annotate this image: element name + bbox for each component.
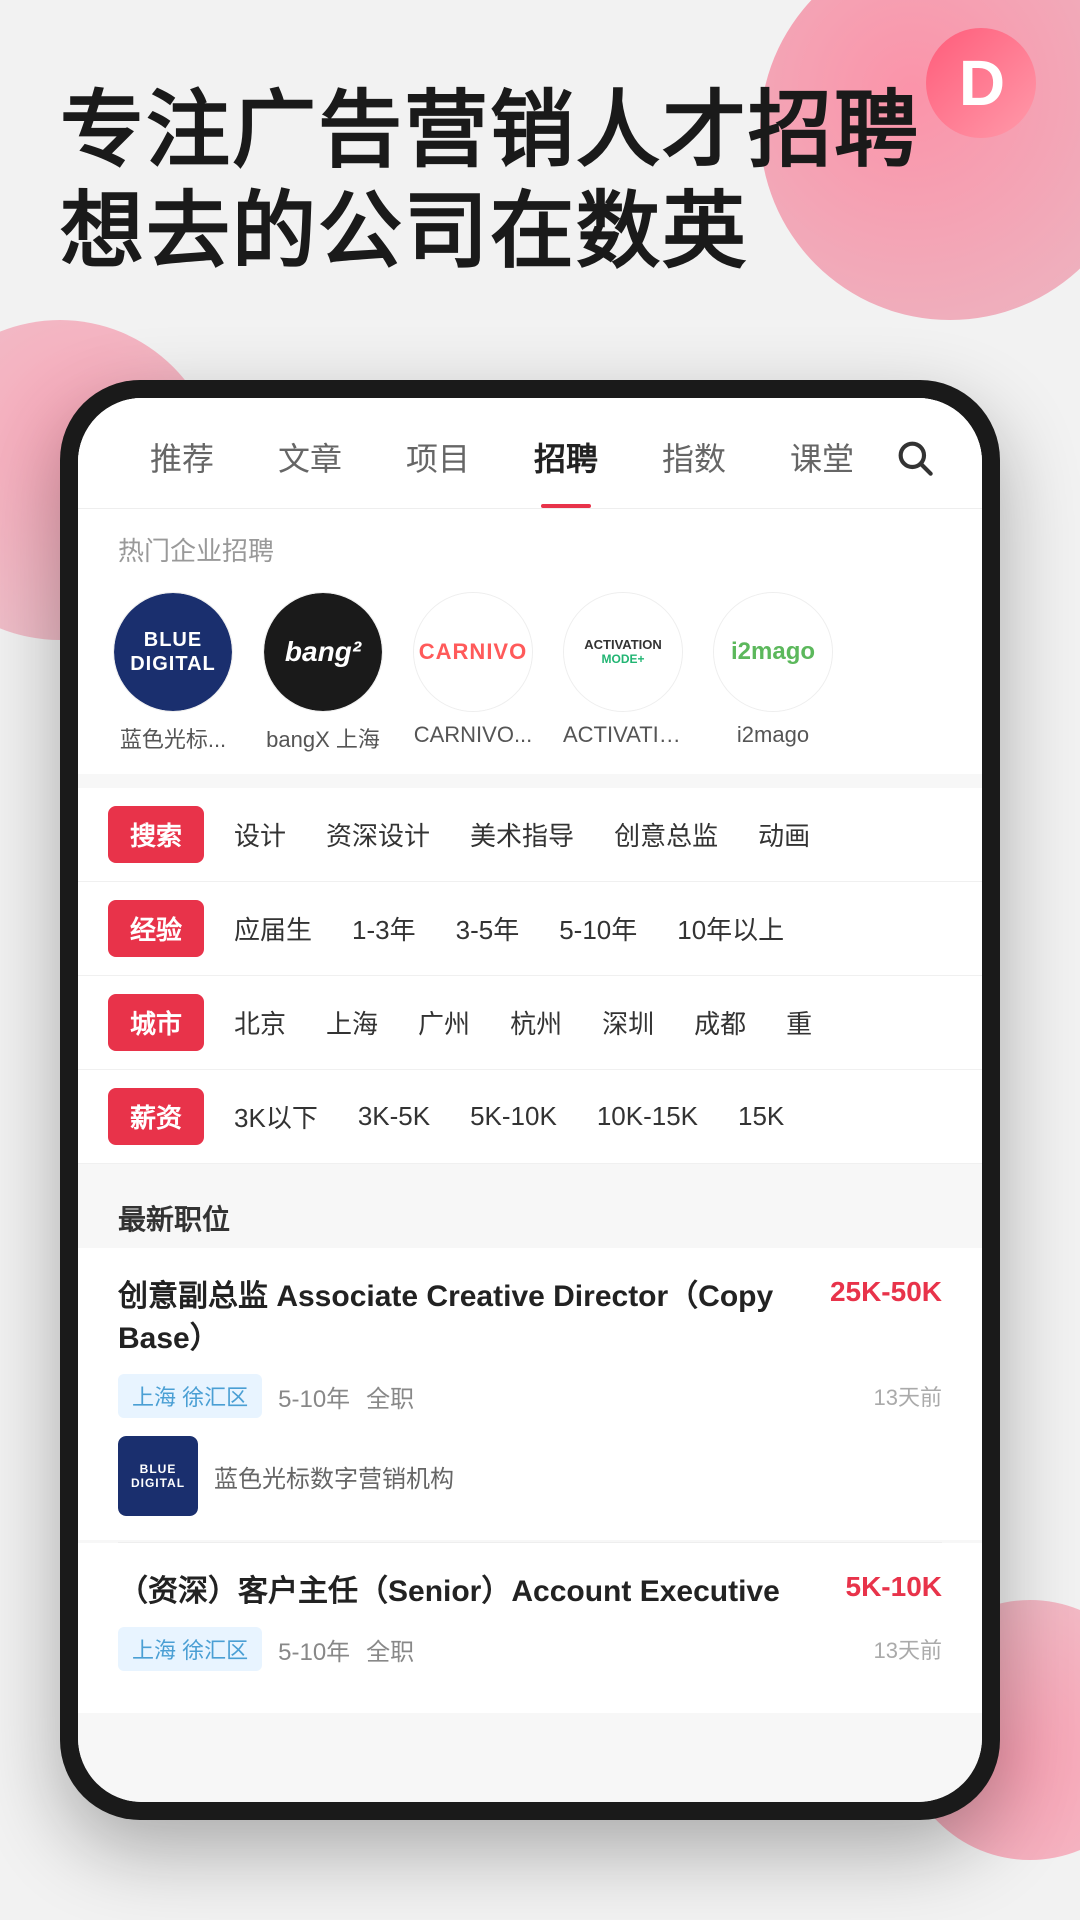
filter-tag-city: 城市 [108,994,204,1051]
phone-outer: 推荐 文章 项目 招聘 指数 课堂 [60,380,1000,1820]
job-experience-2: 5-10年 [278,1632,350,1667]
filter-option-chengdu[interactable]: 成都 [684,998,756,1047]
filter-option-art-director[interactable]: 美术指导 [460,810,584,859]
tab-project[interactable]: 项目 [374,426,502,488]
phone-mockup: 推荐 文章 项目 招聘 指数 课堂 [60,380,1040,1860]
phone-screen: 推荐 文章 项目 招聘 指数 课堂 [78,398,982,1802]
job-salary-1: 25K-50K [830,1276,942,1308]
filter-option-15k-plus[interactable]: 15K [728,1095,794,1138]
filter-option-shenzhen[interactable]: 深圳 [592,998,664,1047]
company-item-bluedigital[interactable]: BLUEDIGITAL 蓝色光标... [108,592,238,754]
jobs-section: 最新职位 创意副总监 Associate Creative Director（C… [78,1178,982,1713]
company-logo-carnivo: CARNIVO [413,592,533,712]
filter-option-animation[interactable]: 动画 [748,810,820,859]
search-button[interactable] [886,429,942,485]
filter-option-shanghai[interactable]: 上海 [316,998,388,1047]
company-logo-i2mago: i2mago [713,592,833,712]
company-item-carnivo[interactable]: CARNIVO CARNIVO... [408,592,538,748]
filter-option-10k-15k[interactable]: 10K-15K [587,1095,708,1138]
job-title-row-1: 创意副总监 Associate Creative Director（Copy B… [118,1276,942,1360]
job-company-logo-1: BLUEDIGITAL [118,1436,198,1516]
job-date-1: 13天前 [874,1380,942,1412]
filter-option-10plus[interactable]: 10年以上 [667,904,794,953]
job-title-2: （资深）客户主任（Senior）Account Executive [118,1571,826,1613]
company-logo-bluedigital: BLUEDIGITAL [113,592,233,712]
filter-option-hangzhou[interactable]: 杭州 [500,998,572,1047]
job-salary-2: 5K-10K [846,1571,942,1603]
filter-tag-salary: 薪资 [108,1088,204,1145]
job-card-1[interactable]: 创意副总监 Associate Creative Director（Copy B… [78,1248,982,1540]
job-type-1: 全职 [366,1379,414,1414]
app-logo-badge: D [926,28,1036,138]
filter-row-city: 城市 北京 上海 广州 杭州 深圳 成都 重 [78,976,982,1070]
hero-section: 专注广告营销人才招聘 想去的公司在数英 [60,80,920,282]
filter-option-3k-5k[interactable]: 3K-5K [348,1095,440,1138]
companies-row: BLUEDIGITAL 蓝色光标... bang² bangX 上海 [78,582,982,774]
company-name-activation: ACTIVATIO... [563,722,683,748]
filter-option-fresh[interactable]: 应届生 [224,904,322,953]
filter-row-salary: 薪资 3K以下 3K-5K 5K-10K 10K-15K 15K [78,1070,982,1164]
filter-tag-search: 搜索 [108,806,204,863]
nav-tabs: 推荐 文章 项目 招聘 指数 课堂 [78,398,982,509]
tab-course[interactable]: 课堂 [758,426,886,488]
app-logo-letter: D [959,46,1003,120]
company-logo-activation: ACTIVATION MODE+ [563,592,683,712]
tab-recruit[interactable]: 招聘 [502,426,630,488]
company-item-bangx[interactable]: bang² bangX 上海 [258,592,388,754]
filter-option-5k-10k[interactable]: 5K-10K [460,1095,567,1138]
tab-index[interactable]: 指数 [630,426,758,488]
filter-option-guangzhou[interactable]: 广州 [408,998,480,1047]
filter-option-more-city[interactable]: 重 [776,998,822,1047]
filter-row-experience: 经验 应届生 1-3年 3-5年 5-10年 10年以上 [78,882,982,976]
job-location-2: 上海 徐汇区 [118,1627,262,1671]
job-card-2[interactable]: （资深）客户主任（Senior）Account Executive 5K-10K… [78,1543,982,1713]
screen-content: 推荐 文章 项目 招聘 指数 课堂 [78,398,982,1802]
tab-article[interactable]: 文章 [246,426,374,488]
job-experience-1: 5-10年 [278,1379,350,1414]
filter-option-1-3[interactable]: 1-3年 [342,904,426,953]
filter-option-3k-below[interactable]: 3K以下 [224,1092,328,1141]
job-type-2: 全职 [366,1632,414,1667]
filter-option-3-5[interactable]: 3-5年 [446,904,530,953]
job-title-1: 创意副总监 Associate Creative Director（Copy B… [118,1276,810,1360]
job-date-2: 13天前 [874,1633,942,1665]
section-label-companies: 热门企业招聘 [78,509,982,582]
tab-recommend[interactable]: 推荐 [118,426,246,488]
company-name-bangx: bangX 上海 [266,722,380,754]
filter-row-search: 搜索 设计 资深设计 美术指导 创意总监 动画 [78,788,982,882]
filter-option-5-10[interactable]: 5-10年 [549,904,647,953]
company-name-carnivo: CARNIVO... [414,722,533,748]
job-company-name-1: 蓝色光标数字营销机构 [214,1459,454,1494]
job-meta-row-1: 上海 徐汇区 5-10年 全职 13天前 [118,1374,942,1418]
filter-option-beijing[interactable]: 北京 [224,998,296,1047]
filter-section: 搜索 设计 资深设计 美术指导 创意总监 动画 经验 应届生 [78,788,982,1164]
search-icon [894,437,934,477]
job-meta-row-2: 上海 徐汇区 5-10年 全职 13天前 [118,1627,942,1671]
company-item-activation[interactable]: ACTIVATION MODE+ ACTIVATIO... [558,592,688,748]
company-name-bluedigital: 蓝色光标... [120,722,226,754]
filter-option-senior-design[interactable]: 资深设计 [316,810,440,859]
job-location-1: 上海 徐汇区 [118,1374,262,1418]
hero-title: 专注广告营销人才招聘 想去的公司在数英 [60,80,920,282]
filter-option-design[interactable]: 设计 [224,810,296,859]
job-company-row-1: BLUEDIGITAL 蓝色光标数字营销机构 [118,1436,942,1516]
company-logo-bangx: bang² [263,592,383,712]
jobs-section-label: 最新职位 [78,1178,982,1248]
job-title-row-2: （资深）客户主任（Senior）Account Executive 5K-10K [118,1571,942,1613]
company-item-i2mago[interactable]: i2mago i2mago [708,592,838,748]
filter-tag-experience: 经验 [108,900,204,957]
company-name-i2mago: i2mago [737,722,809,748]
filter-option-creative-director[interactable]: 创意总监 [604,810,728,859]
